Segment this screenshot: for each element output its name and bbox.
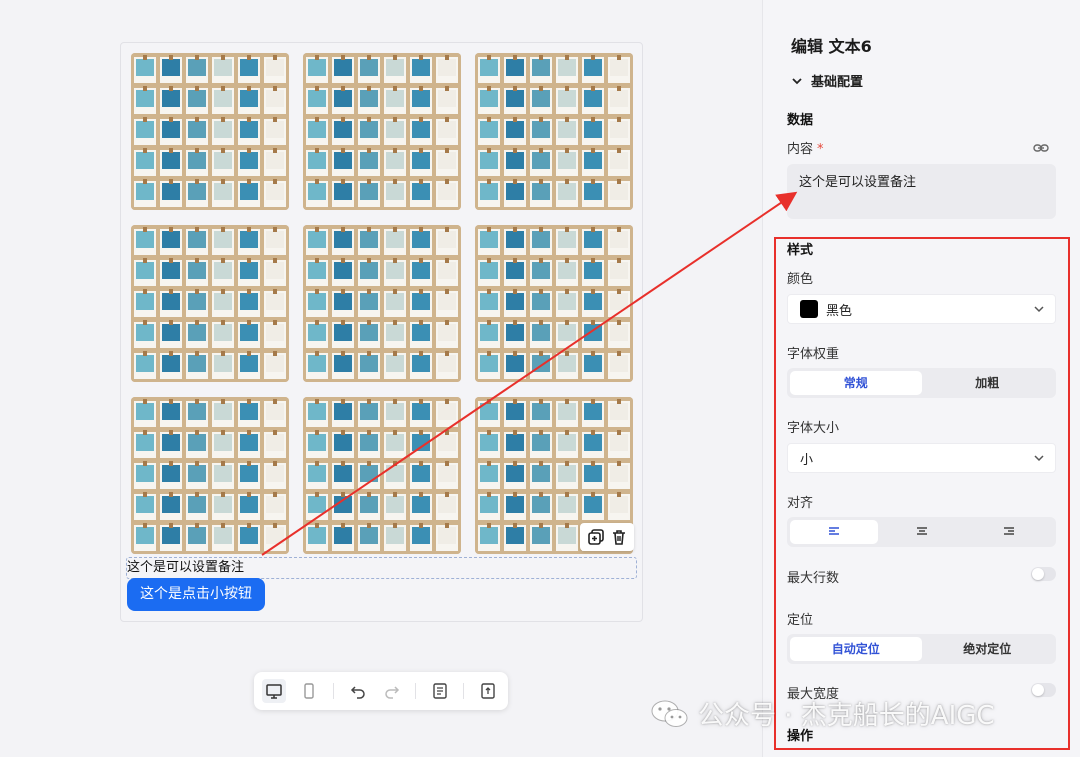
undo-icon[interactable] <box>346 679 370 703</box>
section-basic-config[interactable]: 基础配置 <box>791 71 863 90</box>
align-left-icon <box>828 527 839 535</box>
image-grid <box>131 53 635 557</box>
style-heading: 样式 <box>787 243 814 258</box>
data-heading: 数据 <box>787 113 814 128</box>
photo-thumbnail[interactable] <box>303 53 461 210</box>
align-center-icon <box>916 527 927 535</box>
size-select[interactable]: 小 <box>787 443 1056 473</box>
color-swatch <box>800 300 818 318</box>
copy-icon[interactable] <box>587 528 605 546</box>
color-select[interactable]: 黑色 <box>787 294 1056 324</box>
redo-icon[interactable] <box>380 679 404 703</box>
wechat-icon <box>651 700 688 727</box>
watermark-text: 公众号 · 杰克船长的AIGC <box>698 701 995 731</box>
photo-thumbnail[interactable] <box>475 225 633 382</box>
section-label: 基础配置 <box>811 75 864 90</box>
note-text[interactable]: 这个是可以设置备注 <box>126 557 637 579</box>
photo-thumbnail[interactable] <box>475 53 633 210</box>
position-option-absolute[interactable]: 绝对定位 <box>922 637 1054 661</box>
align-label: 对齐 <box>787 496 814 511</box>
photo-thumbnail[interactable] <box>131 53 289 210</box>
content-textarea[interactable]: 这个是可以设置备注 <box>787 164 1056 219</box>
color-label: 颜色 <box>787 272 814 287</box>
chevron-down-icon <box>1034 455 1044 462</box>
config-panel: 编辑 文本6 基础配置 数据 内容 * 这个是可以设置备注 样式 颜色 黑色 字体… <box>762 0 1080 757</box>
click-button[interactable]: 这个是点击小按钮 <box>127 578 265 611</box>
position-option-auto[interactable]: 自动定位 <box>790 637 922 661</box>
link-icon[interactable] <box>1033 141 1049 155</box>
photo-thumbnail[interactable] <box>131 397 289 554</box>
position-segment: 自动定位 绝对定位 <box>787 634 1056 664</box>
align-right-option[interactable] <box>965 520 1053 544</box>
chevron-down-icon <box>792 77 802 84</box>
weight-segment: 常规 加粗 <box>787 368 1056 398</box>
content-label: 内容 * <box>787 142 824 157</box>
chevron-down-icon <box>1034 306 1044 313</box>
photo-thumbnail[interactable] <box>303 397 461 554</box>
align-left-option[interactable] <box>790 520 878 544</box>
panel-title: 编辑 文本6 <box>791 37 872 56</box>
position-label: 定位 <box>787 613 814 628</box>
photo-thumbnail[interactable] <box>131 225 289 382</box>
photo-thumbnail[interactable] <box>303 225 461 382</box>
align-right-icon <box>1004 527 1015 535</box>
max-lines-label: 最大行数 <box>787 571 840 586</box>
preview-card <box>120 42 643 622</box>
mobile-view-icon[interactable] <box>297 679 321 703</box>
watermark: 公众号 · 杰克船长的AIGC <box>650 695 995 732</box>
publish-icon[interactable] <box>476 679 500 703</box>
max-width-toggle[interactable] <box>1031 683 1056 697</box>
size-value: 小 <box>800 452 814 468</box>
bottom-toolbar <box>254 672 508 710</box>
weight-option-bold[interactable]: 加粗 <box>922 371 1054 395</box>
desktop-view-icon[interactable] <box>262 679 286 703</box>
image-tools <box>580 523 634 551</box>
weight-label: 字体权重 <box>787 347 840 362</box>
weight-option-regular[interactable]: 常规 <box>790 371 922 395</box>
trash-icon[interactable] <box>610 528 628 546</box>
align-center-option[interactable] <box>878 520 966 544</box>
max-lines-toggle[interactable] <box>1031 567 1056 581</box>
settings-list-icon[interactable] <box>428 679 452 703</box>
align-segment <box>787 517 1056 547</box>
size-label: 字体大小 <box>787 421 840 436</box>
canvas-area: 这个是可以设置备注 这个是点击小按钮 <box>0 0 762 757</box>
color-value: 黑色 <box>826 303 853 319</box>
